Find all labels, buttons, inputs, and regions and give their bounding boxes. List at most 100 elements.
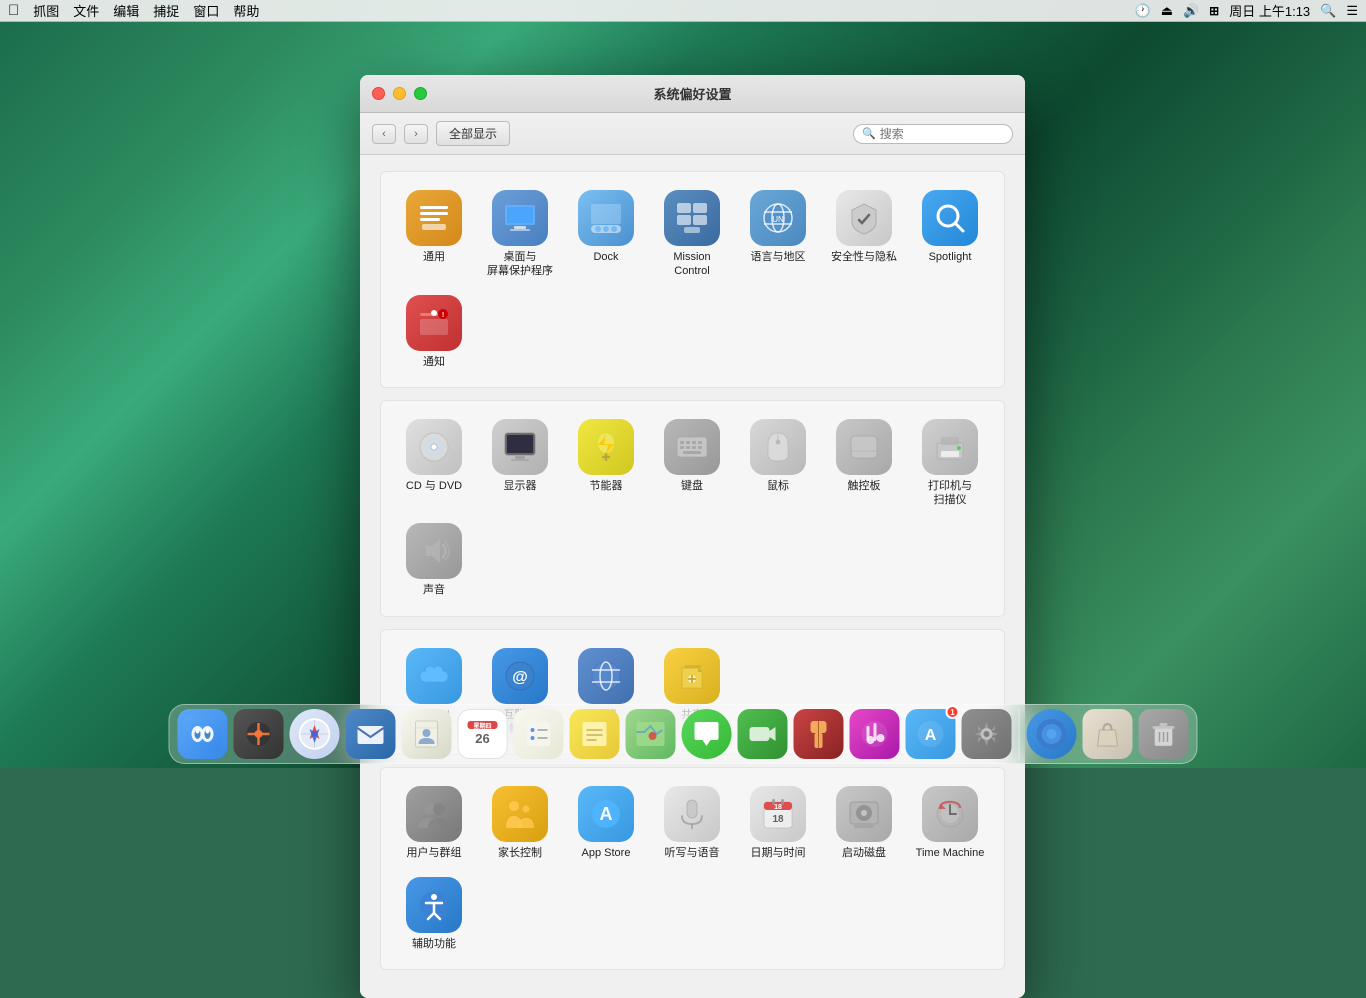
pref-item-startup[interactable]: 启动磁盘 bbox=[823, 780, 905, 866]
dock-item-maps[interactable] bbox=[624, 709, 678, 759]
close-button[interactable] bbox=[372, 87, 385, 100]
menubar:  抓图 文件 编辑 捕捉 窗口 帮助 🕐 ⏏ 🔊 ⊞ 周日 上午1:13 🔍 … bbox=[0, 0, 1366, 22]
pref-item-spotlight[interactable]: Spotlight bbox=[909, 184, 991, 285]
pref-item-dock[interactable]: Dock bbox=[565, 184, 647, 285]
menubar-left:  抓图 文件 编辑 捕捉 窗口 帮助 bbox=[8, 1, 259, 20]
menubar-help[interactable]: 帮助 bbox=[233, 1, 259, 20]
calendar-dock-icon: 星期四26 bbox=[458, 709, 508, 759]
general-label: 通用 bbox=[423, 250, 445, 264]
dock-item-trash[interactable] bbox=[1137, 709, 1191, 759]
trash-dock-icon bbox=[1139, 709, 1189, 759]
svg-text:18: 18 bbox=[774, 804, 782, 811]
menubar-menu-icon[interactable]: ☰ bbox=[1346, 3, 1358, 19]
show-all-button[interactable]: 全部显示 bbox=[436, 121, 510, 146]
dock-item-mail[interactable] bbox=[344, 709, 398, 759]
menubar-window[interactable]: 窗口 bbox=[193, 1, 219, 20]
search-input[interactable] bbox=[880, 127, 1004, 141]
pref-item-display[interactable]: 显示器 bbox=[479, 413, 561, 514]
messages-dock-icon bbox=[682, 709, 732, 759]
dock-item-browser[interactable] bbox=[1025, 709, 1079, 759]
menubar-capture[interactable]: 捕捉 bbox=[153, 1, 179, 20]
pref-item-timemachine[interactable]: Time Machine bbox=[909, 780, 991, 866]
pref-item-dictation[interactable]: 听写与语音 bbox=[651, 780, 733, 866]
pref-item-mouse[interactable]: 鼠标 bbox=[737, 413, 819, 514]
datetime-label: 日期与时间 bbox=[751, 846, 806, 860]
menubar-volume-icon[interactable]: 🔊 bbox=[1183, 3, 1199, 19]
launchpad-dock-icon bbox=[234, 709, 284, 759]
search-box[interactable]: 🔍 bbox=[853, 124, 1013, 144]
search-icon: 🔍 bbox=[862, 127, 876, 140]
appstore-icon: A bbox=[578, 786, 634, 842]
notification-icon: ! bbox=[406, 295, 462, 351]
window-toolbar: ‹ › 全部显示 🔍 bbox=[360, 113, 1025, 155]
prefs-grid-system: 用户与群组 家长控制 A App Store bbox=[393, 780, 992, 957]
pref-item-cd[interactable]: CD 与 DVD bbox=[393, 413, 475, 514]
users-label: 用户与群组 bbox=[407, 846, 462, 860]
window-controls bbox=[372, 87, 427, 100]
pref-item-language[interactable]: UN 语言与地区 bbox=[737, 184, 819, 285]
printer-label: 打印机与 扫描仪 bbox=[928, 479, 972, 508]
svg-text:星期四: 星期四 bbox=[473, 722, 491, 730]
keyboard-label: 键盘 bbox=[681, 479, 703, 493]
dock-item-bag[interactable] bbox=[1081, 709, 1135, 759]
icloud-icon bbox=[406, 648, 462, 704]
minimize-button[interactable] bbox=[393, 87, 406, 100]
dock-item-facetime[interactable] bbox=[736, 709, 790, 759]
bag-dock-icon bbox=[1083, 709, 1133, 759]
mail-dock-icon bbox=[346, 709, 396, 759]
pref-item-energy[interactable]: 节能器 bbox=[565, 413, 647, 514]
svg-text:A: A bbox=[925, 727, 937, 744]
pref-item-users[interactable]: 用户与群组 bbox=[393, 780, 475, 866]
timemachine-icon bbox=[922, 786, 978, 842]
finder-dock-icon bbox=[178, 709, 228, 759]
maximize-button[interactable] bbox=[414, 87, 427, 100]
pref-item-trackpad[interactable]: 触控板 bbox=[823, 413, 905, 514]
sharing-icon bbox=[664, 648, 720, 704]
pref-item-notification[interactable]: ! 通知 bbox=[393, 289, 475, 375]
pref-item-security[interactable]: 安全性与隐私 bbox=[823, 184, 905, 285]
dock-item-addressbook[interactable] bbox=[400, 709, 454, 759]
pref-item-accessibility[interactable]: 辅助功能 bbox=[393, 871, 475, 957]
back-button[interactable]: ‹ bbox=[372, 124, 396, 144]
dock-item-finder[interactable] bbox=[176, 709, 230, 759]
pref-item-appstore[interactable]: A App Store bbox=[565, 780, 647, 866]
section-personal: 通用 桌面与 屏幕保护程序 Dock bbox=[380, 171, 1005, 388]
mission-icon bbox=[664, 190, 720, 246]
menubar-search-icon[interactable]: 🔍 bbox=[1320, 3, 1336, 19]
cd-label: CD 与 DVD bbox=[406, 479, 462, 493]
menubar-edit[interactable]: 编辑 bbox=[113, 1, 139, 20]
pref-item-desktop[interactable]: 桌面与 屏幕保护程序 bbox=[479, 184, 561, 285]
sound-icon bbox=[406, 523, 462, 579]
dock-item-instruments[interactable] bbox=[792, 709, 846, 759]
addressbook-dock-icon bbox=[402, 709, 452, 759]
menubar-app-name[interactable]: 抓图 bbox=[33, 1, 59, 20]
pref-item-sound[interactable]: 声音 bbox=[393, 517, 475, 603]
startup-icon bbox=[836, 786, 892, 842]
pref-item-general[interactable]: 通用 bbox=[393, 184, 475, 285]
dock-item-calendar[interactable]: 星期四26 bbox=[456, 709, 510, 759]
pref-item-printer[interactable]: 打印机与 扫描仪 bbox=[909, 413, 991, 514]
dock-item-itunes[interactable] bbox=[848, 709, 902, 759]
menubar-file[interactable]: 文件 bbox=[73, 1, 99, 20]
dock-item-sysprefs[interactable] bbox=[960, 709, 1014, 759]
pref-item-keyboard[interactable]: 键盘 bbox=[651, 413, 733, 514]
forward-button[interactable]: › bbox=[404, 124, 428, 144]
dock-item-appstore2[interactable]: A 1 bbox=[904, 709, 958, 759]
appstore-label: App Store bbox=[582, 846, 631, 860]
appstore2-dock-icon: A 1 bbox=[906, 709, 956, 759]
dock-item-safari[interactable] bbox=[288, 709, 342, 759]
sysprefs-dock-icon bbox=[962, 709, 1012, 759]
menubar-display-icon: ⊞ bbox=[1209, 4, 1219, 18]
dock-item-reminders[interactable] bbox=[512, 709, 566, 759]
dock-item-launchpad[interactable] bbox=[232, 709, 286, 759]
keyboard-icon bbox=[664, 419, 720, 475]
window-content: 通用 桌面与 屏幕保护程序 Dock bbox=[360, 155, 1025, 998]
apple-menu[interactable]:  bbox=[8, 2, 19, 19]
dock-item-notes[interactable] bbox=[568, 709, 622, 759]
pref-item-datetime[interactable]: 1818 日期与时间 bbox=[737, 780, 819, 866]
pref-item-parental[interactable]: 家长控制 bbox=[479, 780, 561, 866]
reminders-dock-icon bbox=[514, 709, 564, 759]
pref-item-mission[interactable]: Mission Control bbox=[651, 184, 733, 285]
facetime-dock-icon bbox=[738, 709, 788, 759]
dock-item-messages[interactable] bbox=[680, 709, 734, 759]
